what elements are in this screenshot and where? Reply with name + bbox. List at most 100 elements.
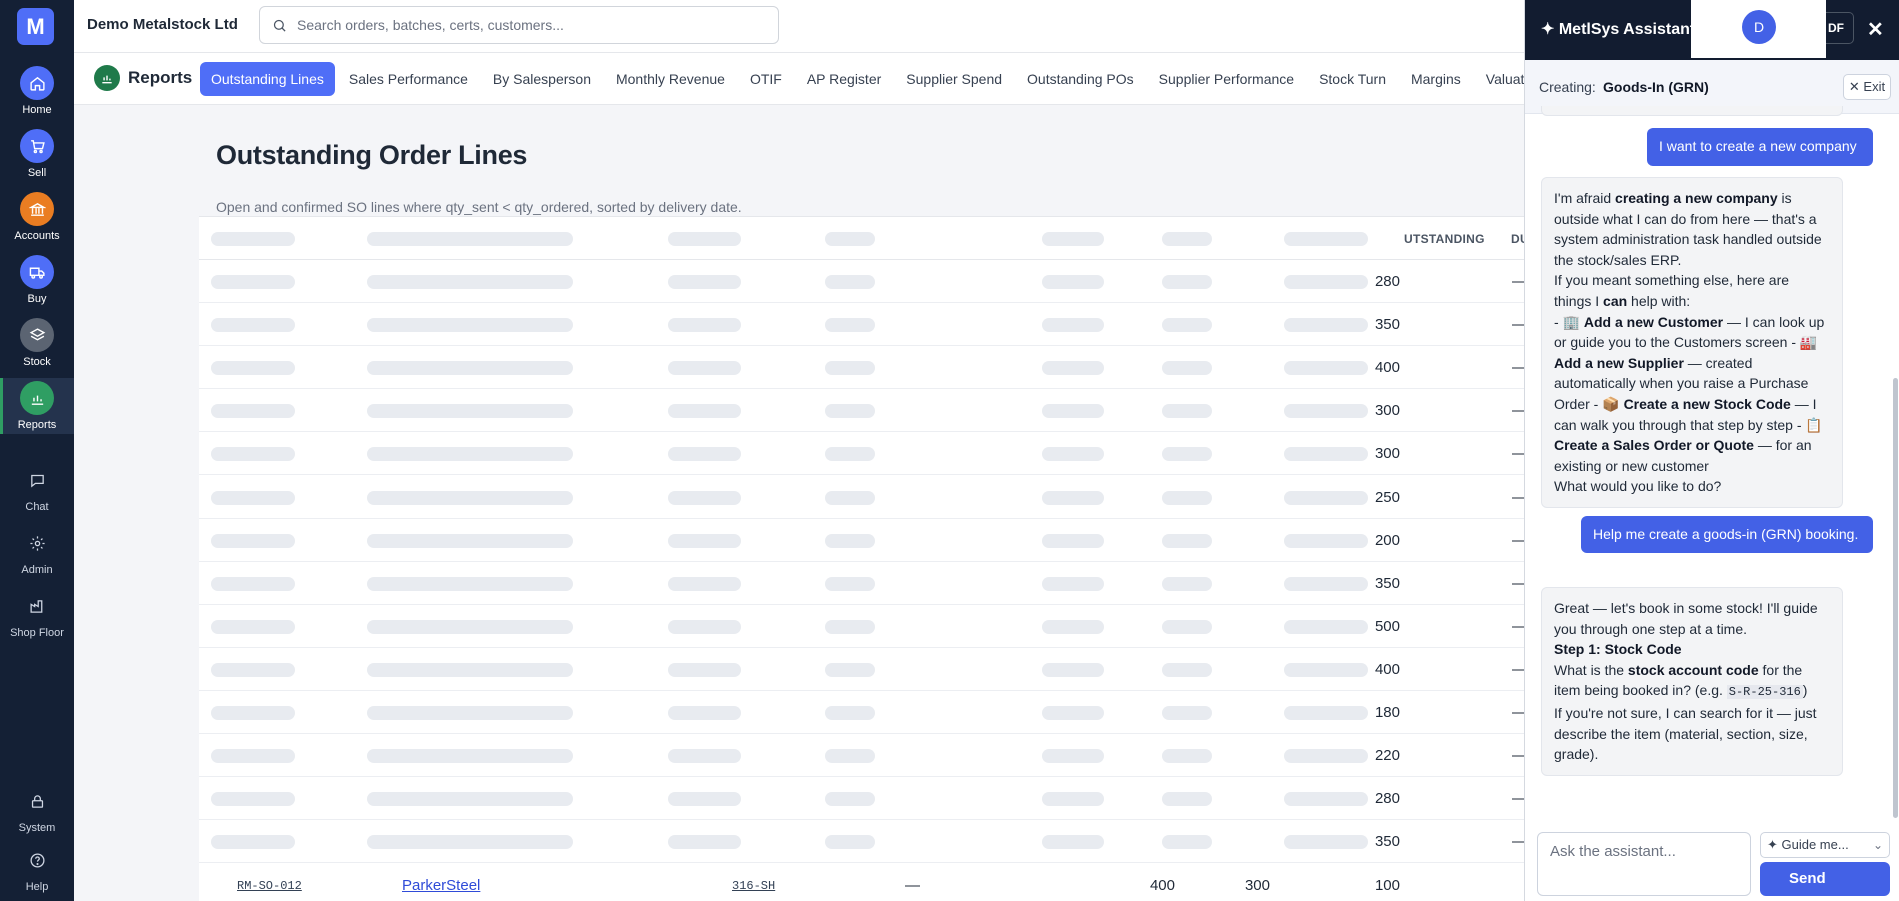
loading-skeleton: [1042, 792, 1104, 807]
qty-outstanding: 400: [1374, 359, 1400, 377]
tab-supplier-spend[interactable]: Supplier Spend: [895, 62, 1013, 96]
loading-skeleton: [825, 490, 875, 505]
table-row[interactable]: 400—: [199, 648, 1527, 691]
creating-value: Goods-In (GRN): [1603, 79, 1709, 95]
qty-outstanding: 280: [1374, 273, 1400, 290]
order-ref-link[interactable]: RM-SO-012: [237, 879, 302, 893]
loading-skeleton: [1042, 447, 1104, 462]
tab-outstanding-lines[interactable]: Outstanding Lines: [200, 62, 335, 96]
tab-otif[interactable]: OTIF: [739, 62, 793, 96]
guide-mode-select[interactable]: ✦ Guide me... ⌄: [1760, 832, 1890, 858]
loading-skeleton: [825, 318, 875, 333]
qty-outstanding: 250: [1374, 488, 1400, 506]
tab-ap-register[interactable]: AP Register: [796, 62, 892, 96]
nav-shop-floor[interactable]: Shop Floor: [0, 589, 74, 649]
qty-outstanding: 350: [1374, 833, 1400, 851]
nav-chat[interactable]: Chat: [0, 463, 74, 523]
app-logo[interactable]: M: [17, 8, 54, 45]
tab-supplier-performance[interactable]: Supplier Performance: [1148, 62, 1305, 96]
nav-sell[interactable]: Sell: [0, 129, 74, 189]
column-header-outstanding[interactable]: UTSTANDING: [1404, 232, 1485, 246]
loading-skeleton: [668, 318, 741, 333]
table-row[interactable]: 350—: [199, 303, 1527, 347]
table-row[interactable]: 300—: [199, 432, 1527, 476]
loading-skeleton: [1162, 490, 1212, 505]
table-row[interactable]: 350—: [199, 820, 1527, 864]
nav-label: Sell: [27, 167, 47, 179]
qty-outstanding: 300: [1374, 445, 1400, 463]
loading-skeleton: [367, 706, 573, 720]
loading-skeleton: [367, 619, 573, 634]
nav-buy[interactable]: Buy: [0, 255, 74, 315]
table-row[interactable]: 400—: [199, 346, 1527, 390]
exit-button[interactable]: ✕ Exit: [1843, 74, 1891, 100]
search-input[interactable]: Search orders, batches, certs, customers…: [259, 6, 779, 44]
loading-skeleton: [1284, 619, 1368, 634]
loading-skeleton: [1162, 361, 1212, 376]
loading-skeleton: [668, 662, 741, 677]
loading-skeleton: [211, 490, 295, 505]
loading-skeleton: [668, 533, 741, 548]
chat-scrollbar-thumb[interactable]: [1893, 378, 1898, 818]
loading-skeleton: [825, 447, 875, 462]
tab-monthly-revenue[interactable]: Monthly Revenue: [605, 62, 736, 96]
qty-outstanding: 500: [1374, 617, 1400, 635]
table-row[interactable]: 350—: [199, 562, 1527, 605]
home-icon: [20, 66, 54, 100]
table-row[interactable]: 200—: [199, 519, 1527, 562]
loading-skeleton: [1284, 792, 1368, 807]
help-icon: [20, 843, 54, 877]
assistant-input[interactable]: Ask the assistant...: [1537, 832, 1751, 896]
tab-stock-turn[interactable]: Stock Turn: [1308, 62, 1397, 96]
chat-icon: [20, 463, 54, 497]
loading-skeleton: [367, 318, 573, 333]
table-row[interactable]: 220—: [199, 734, 1527, 778]
loading-skeleton: [1284, 576, 1368, 591]
nav-label: Admin: [21, 564, 53, 576]
loading-skeleton: [825, 792, 875, 807]
outstanding-lines-table: UTSTANDING DU 280—350—400—300—300—250—20…: [199, 216, 1529, 901]
table-row[interactable]: 300—: [199, 389, 1527, 433]
loading-skeleton: [367, 361, 573, 376]
cart-icon: [20, 129, 54, 163]
tab-sales-performance[interactable]: Sales Performance: [338, 62, 479, 96]
table-row[interactable]: 280—: [199, 777, 1527, 821]
company-name: Demo Metalstock Ltd: [87, 16, 238, 33]
loading-skeleton: [1284, 275, 1368, 289]
loading-skeleton: [1284, 533, 1368, 548]
table-row[interactable]: 280—: [199, 260, 1527, 303]
loading-skeleton: [1042, 576, 1104, 591]
send-button[interactable]: Send: [1760, 862, 1890, 896]
nav-accounts[interactable]: Accounts: [0, 192, 74, 252]
nav-reports[interactable]: Reports: [0, 378, 74, 434]
nav-help[interactable]: Help: [0, 843, 74, 901]
grade-code[interactable]: 316-SH: [732, 879, 775, 893]
table-row[interactable]: 500—: [199, 605, 1527, 648]
loading-skeleton: [1162, 619, 1212, 634]
customer-link[interactable]: ParkerSteel: [402, 877, 480, 894]
header-df-button[interactable]: DF: [1826, 12, 1854, 44]
loading-skeleton: [668, 361, 741, 376]
loading-skeleton: [367, 275, 573, 289]
loading-skeleton: [825, 404, 875, 419]
loading-skeleton: [825, 576, 875, 591]
nav-label: System: [18, 822, 56, 834]
close-icon[interactable]: ✕: [1867, 17, 1884, 42]
tab-margins[interactable]: Margins: [1400, 62, 1472, 96]
tab-by-salesperson[interactable]: By Salesperson: [482, 62, 602, 96]
nav-stock[interactable]: Stock: [0, 318, 74, 378]
nav-admin[interactable]: Admin: [0, 526, 74, 586]
gear-icon: [20, 526, 54, 560]
table-row[interactable]: 180—: [199, 691, 1527, 734]
table-row[interactable]: RM-SO-012 ParkerSteel 316-SH — 400 300 1…: [199, 864, 1524, 901]
nav-home[interactable]: Home: [0, 66, 74, 126]
avatar[interactable]: D: [1742, 10, 1776, 44]
nav-system[interactable]: System: [0, 784, 74, 844]
tab-outstanding-pos[interactable]: Outstanding POs: [1016, 62, 1145, 96]
creating-label: Creating:: [1539, 79, 1596, 95]
loading-skeleton: [211, 318, 295, 333]
table-row[interactable]: 250—: [199, 476, 1527, 519]
loading-skeleton: [367, 404, 573, 419]
loading-skeleton: [1042, 835, 1104, 850]
qty-outstanding: 350: [1374, 574, 1400, 592]
